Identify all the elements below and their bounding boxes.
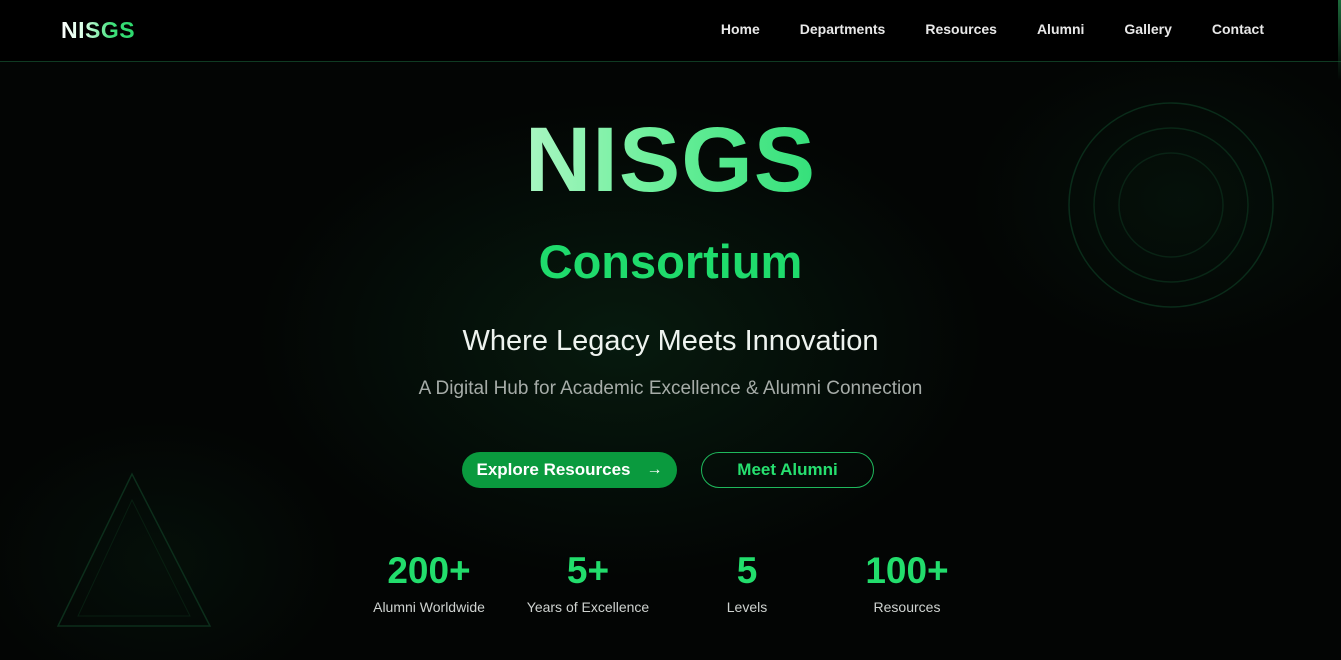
hero-description: A Digital Hub for Academic Excellence & … — [418, 378, 923, 399]
nav-link-contact[interactable]: Contact — [1212, 21, 1264, 37]
nav-link-resources[interactable]: Resources — [925, 21, 997, 37]
nav-link-departments[interactable]: Departments — [800, 21, 886, 37]
stat-value: 5 — [736, 550, 758, 591]
stat-value: 200+ — [387, 550, 471, 591]
meet-alumni-button[interactable]: Meet Alumni — [701, 452, 874, 488]
top-navbar: NISGS Home Departments Resources Alumni … — [0, 0, 1341, 80]
nav-link-alumni[interactable]: Alumni — [1037, 21, 1084, 37]
page: NISGS Home Departments Resources Alumni … — [0, 0, 1341, 660]
meet-alumni-label: Meet Alumni — [737, 460, 838, 479]
nav-link-home[interactable]: Home — [721, 21, 760, 37]
stat-alumni: 200+ Alumni Worldwide — [349, 550, 509, 615]
nav-links: Home Departments Resources Alumni Galler… — [681, 21, 1264, 37]
site-logo[interactable]: NISGS — [61, 17, 135, 44]
stat-value: 100+ — [865, 550, 949, 591]
arrow-right-icon: → — [646, 461, 663, 478]
nav-link-gallery[interactable]: Gallery — [1124, 21, 1171, 37]
decorative-triangle — [56, 472, 212, 627]
stat-label: Alumni Worldwide — [373, 598, 485, 615]
stat-years: 5+ Years of Excellence — [508, 550, 668, 615]
logo-text-part1: NI — [61, 17, 85, 43]
stat-levels: 5 Levels — [667, 550, 827, 615]
stat-label: Levels — [726, 598, 768, 615]
stat-value: 5+ — [566, 550, 610, 591]
stat-label: Years of Excellence — [526, 598, 650, 615]
logo-text-part2: SGS — [85, 17, 136, 43]
explore-resources-label: Explore Resources — [476, 460, 631, 479]
hero-subtitle: Consortium — [538, 235, 803, 288]
explore-resources-button[interactable]: Explore Resources → — [462, 452, 677, 488]
stat-label: Resources — [873, 598, 941, 615]
stat-resources: 100+ Resources — [827, 550, 987, 615]
hero-tagline: Where Legacy Meets Innovation — [462, 325, 879, 357]
hero-title: NISGS — [524, 109, 817, 211]
